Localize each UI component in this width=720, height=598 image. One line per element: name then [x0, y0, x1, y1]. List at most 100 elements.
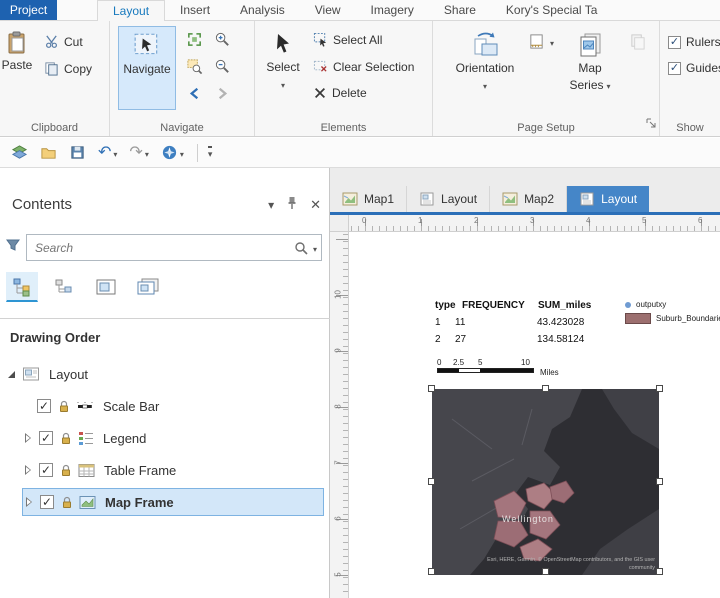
- tab-layout[interactable]: Layout: [97, 0, 166, 21]
- selection-handle-n[interactable]: [542, 385, 549, 392]
- view-tab-layout1[interactable]: Layout: [407, 186, 491, 212]
- navigate-button[interactable]: Navigate: [118, 26, 176, 110]
- redo-button[interactable]: ↷: [126, 142, 151, 164]
- selection-handle-nw[interactable]: [428, 385, 435, 392]
- map-series-button[interactable]: Map Series: [561, 26, 619, 110]
- page-size-dropdown-arrow[interactable]: [550, 35, 554, 49]
- list-by-drawing-order-button[interactable]: [6, 272, 38, 302]
- explore-button[interactable]: [158, 142, 187, 164]
- redo-dropdown-arrow[interactable]: [145, 144, 149, 162]
- delete-button[interactable]: Delete: [313, 86, 367, 100]
- explore-dropdown-arrow[interactable]: [180, 144, 184, 162]
- search-icon[interactable]: [294, 241, 308, 255]
- tree-item-label[interactable]: Scale Bar: [103, 399, 159, 414]
- legend-element[interactable]: outputxy Suburb_Boundaries: [625, 300, 720, 328]
- map-series-dropdown-arrow[interactable]: [607, 78, 611, 92]
- full-extent-button[interactable]: [186, 31, 203, 48]
- view-tab-map1[interactable]: Map1: [330, 186, 408, 212]
- expand-icon[interactable]: [24, 433, 32, 443]
- clear-selection-button[interactable]: Clear Selection: [313, 59, 414, 74]
- lock-icon[interactable]: [61, 496, 73, 509]
- selection-handle-sw[interactable]: [428, 568, 435, 575]
- map-frame-element[interactable]: Wellington Esri, HERE, Garmin, © OpenStr…: [428, 385, 663, 575]
- zoom-to-selection-button[interactable]: [186, 58, 203, 75]
- contents-pane-controls: ▾ ✕: [268, 196, 321, 213]
- select-button[interactable]: Select: [259, 26, 307, 110]
- selection-handle-s[interactable]: [542, 568, 549, 575]
- orientation-button[interactable]: Orientation: [453, 26, 517, 110]
- previous-extent-button[interactable]: [186, 85, 203, 102]
- view-tab-layout2-active[interactable]: Layout: [567, 186, 650, 212]
- open-project-button[interactable]: [37, 142, 60, 163]
- save-project-button[interactable]: [66, 142, 89, 163]
- fixed-zoom-out-button[interactable]: [214, 58, 231, 75]
- tree-item-map-frame[interactable]: Map Frame: [22, 488, 324, 516]
- rulers-checkbox-row[interactable]: Rulers: [668, 35, 720, 49]
- tree-item-table-frame[interactable]: Table Frame: [0, 456, 330, 484]
- close-icon[interactable]: ✕: [310, 197, 321, 213]
- visibility-checkbox[interactable]: [40, 495, 54, 509]
- view-tab-map2[interactable]: Map2: [490, 186, 568, 212]
- list-all-frames-button[interactable]: [132, 272, 164, 302]
- tree-item-legend[interactable]: Legend: [0, 424, 330, 452]
- expand-icon[interactable]: [25, 497, 33, 507]
- tab-insert[interactable]: Insert: [165, 0, 225, 20]
- visibility-checkbox[interactable]: [37, 399, 51, 413]
- paste-button[interactable]: Paste: [0, 26, 40, 77]
- selection-handle-w[interactable]: [428, 478, 435, 485]
- guides-checkbox[interactable]: [668, 61, 681, 75]
- tab-imagery[interactable]: Imagery: [356, 0, 429, 20]
- layout-tab-icon: [420, 192, 434, 206]
- tree-item-label[interactable]: Map Frame: [105, 495, 174, 510]
- list-map-frames-button[interactable]: [90, 272, 122, 302]
- tab-view[interactable]: View: [300, 0, 356, 20]
- tree-item-label[interactable]: Layout: [49, 367, 88, 382]
- tree-item-layout[interactable]: Layout: [0, 360, 330, 388]
- customize-qat-button[interactable]: ▾: [207, 145, 213, 160]
- new-item-button[interactable]: [8, 142, 31, 163]
- lock-icon[interactable]: [60, 432, 72, 445]
- search-input[interactable]: [35, 240, 294, 255]
- next-extent-button[interactable]: [214, 85, 231, 102]
- search-options-arrow[interactable]: [313, 239, 317, 257]
- select-dropdown-arrow[interactable]: [281, 77, 285, 91]
- guides-checkbox-row[interactable]: Guides: [668, 61, 720, 75]
- visibility-checkbox[interactable]: [39, 463, 53, 477]
- tree-item-scale-bar[interactable]: Scale Bar: [0, 392, 330, 420]
- cut-button[interactable]: Cut: [44, 34, 83, 49]
- tab-project[interactable]: Project: [0, 0, 57, 20]
- selection-handle-se[interactable]: [656, 568, 663, 575]
- collapse-icon[interactable]: [8, 370, 15, 378]
- rulers-checkbox[interactable]: [668, 35, 681, 49]
- lock-icon[interactable]: [58, 400, 70, 413]
- undo-dropdown-arrow[interactable]: [113, 144, 117, 162]
- list-by-element-type-button[interactable]: [48, 272, 80, 302]
- copy-label: Copy: [64, 61, 93, 76]
- page-size-button[interactable]: [528, 33, 554, 50]
- table-frame-element[interactable]: type FREQUENCY SUM_miles 1 11 43.423028 …: [435, 300, 618, 345]
- tree-item-label[interactable]: Legend: [103, 431, 146, 446]
- rulers-label: Rulers: [686, 35, 720, 49]
- map-place-label: Wellington: [502, 514, 554, 524]
- pin-icon[interactable]: [286, 196, 298, 213]
- scale-bar-element[interactable]: 0 2.5 5 10 Miles: [437, 358, 559, 377]
- table-icon: [78, 463, 95, 478]
- scale-number: 5: [478, 358, 483, 367]
- copy-button[interactable]: Copy: [44, 61, 92, 76]
- select-all-button[interactable]: Select All: [313, 32, 382, 47]
- lock-icon[interactable]: [60, 464, 72, 477]
- tab-analysis[interactable]: Analysis: [225, 0, 300, 20]
- tab-share[interactable]: Share: [429, 0, 491, 20]
- orientation-dropdown-arrow[interactable]: [483, 78, 487, 92]
- tab-custom[interactable]: Kory's Special Ta: [491, 0, 612, 20]
- fixed-zoom-in-button[interactable]: [214, 31, 231, 48]
- expand-icon[interactable]: [24, 465, 32, 475]
- pane-options-icon[interactable]: ▾: [268, 198, 274, 212]
- filter-icon[interactable]: [6, 238, 20, 257]
- visibility-checkbox[interactable]: [39, 431, 53, 445]
- tree-item-label[interactable]: Table Frame: [104, 463, 176, 478]
- selection-handle-ne[interactable]: [656, 385, 663, 392]
- selection-handle-e[interactable]: [656, 478, 663, 485]
- undo-button[interactable]: ↶: [95, 142, 120, 164]
- layout-canvas[interactable]: type FREQUENCY SUM_miles 1 11 43.423028 …: [349, 232, 720, 598]
